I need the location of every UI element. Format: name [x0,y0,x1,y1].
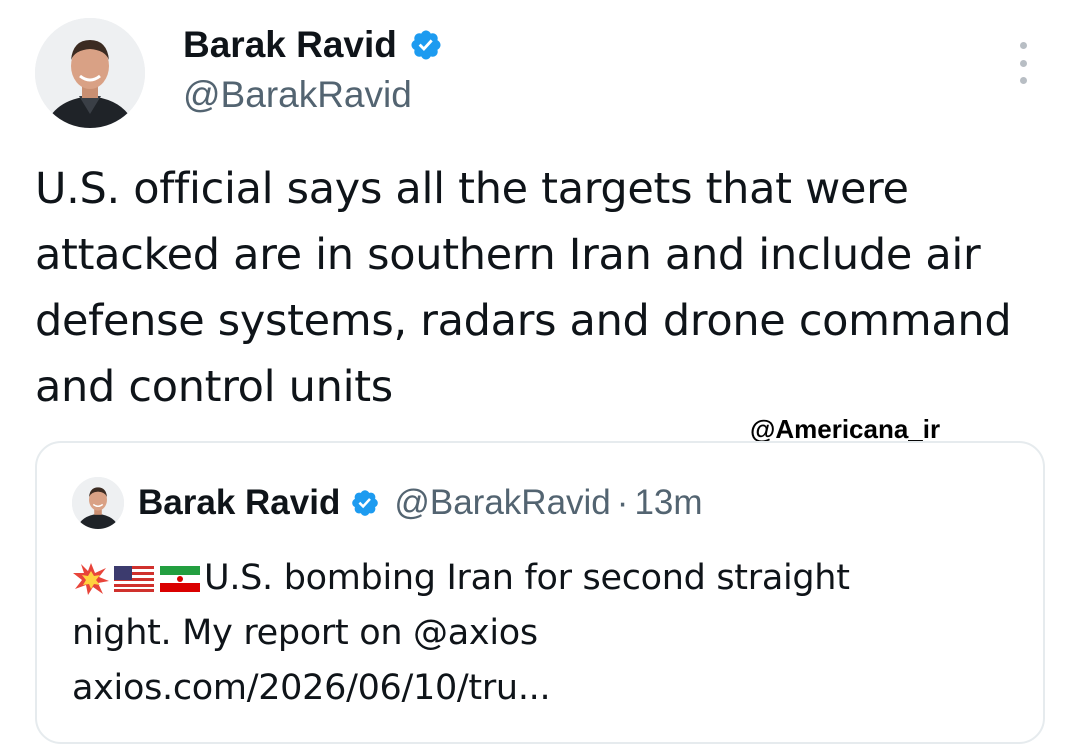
quoted-text-line-2: night. My report on @axios [72,613,538,653]
us-flag-icon [112,562,156,596]
tweet-text: U.S. official says all the targets that … [35,164,1012,412]
more-dot-icon [1019,77,1027,84]
quoted-author-handle[interactable]: @BarakRavid [394,483,610,523]
collision-icon [72,562,110,596]
more-dot-icon [1019,59,1027,67]
author-name-row: Barak Ravid [183,22,443,68]
quoted-author-avatar[interactable] [72,477,124,529]
verified-badge-icon[interactable] [409,28,443,62]
quoted-text-line-1: U.S. bombing Iran for second straight [72,551,1002,606]
iran-flag-icon [158,562,202,596]
quoted-tweet-meta: @BarakRavid · 13m [394,483,702,523]
quoted-tweet-card[interactable]: Barak Ravid @BarakRavid · 13m U.S. bombi… [35,441,1045,744]
quoted-link[interactable]: axios.com/2026/06/10/tru... [72,661,1002,716]
more-dot-icon [1019,42,1027,49]
quoted-tweet-timestamp[interactable]: 13m [634,483,702,523]
verified-badge-icon[interactable] [350,488,380,518]
author-handle[interactable]: @BarakRavid [183,74,412,116]
quoted-tweet-text: U.S. bombing Iran for second straight ni… [72,551,1002,716]
quoted-text-content: U.S. bombing Iran for second straight [204,558,850,598]
more-options-button[interactable] [1012,42,1034,84]
author-display-name[interactable]: Barak Ravid [183,24,397,66]
quoted-author-display-name[interactable]: Barak Ravid [138,483,340,523]
quoted-tweet-header: Barak Ravid @BarakRavid · 13m [72,477,703,529]
profile-photo-icon [72,477,124,529]
meta-separator: · [616,483,629,522]
author-avatar[interactable] [35,18,145,128]
profile-photo-icon [35,18,145,128]
